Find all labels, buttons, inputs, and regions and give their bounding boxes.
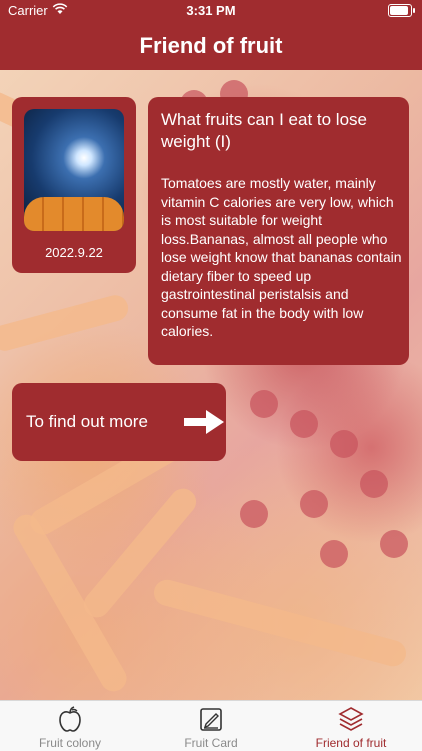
tab-label: Friend of fruit — [315, 736, 387, 750]
tab-bar: Fruit colony Fruit Card Friend of fruit — [0, 700, 422, 751]
article-date: 2022.9.22 — [45, 245, 103, 260]
article-thumbnail-image — [24, 109, 124, 231]
battery-icon — [388, 4, 415, 17]
apple-icon — [56, 705, 84, 733]
tab-fruit-card[interactable]: Fruit Card — [141, 701, 281, 751]
article-thumbnail-card[interactable]: 2022.9.22 — [12, 97, 136, 273]
article-card[interactable]: What fruits can I eat to lose weight (I)… — [148, 97, 409, 365]
article-body: Tomatoes are mostly water, mainly vitami… — [161, 175, 402, 339]
tab-label: Fruit colony — [38, 736, 102, 750]
tab-fruit-colony[interactable]: Fruit colony — [0, 701, 140, 751]
tab-label: Fruit Card — [184, 736, 238, 750]
layers-icon — [337, 705, 365, 733]
find-out-more-label: To find out more — [26, 412, 148, 431]
tab-friend-of-fruit[interactable]: Friend of fruit — [281, 701, 421, 751]
status-time: 3:31 PM — [186, 3, 236, 18]
article-title: What fruits can I eat to lose weight (I) — [161, 110, 367, 151]
find-out-more-button[interactable]: To find out more — [12, 383, 226, 461]
arrow-right-icon — [182, 408, 226, 436]
edit-card-icon — [197, 705, 225, 733]
nav-title: Friend of fruit — [0, 22, 422, 70]
status-bar: Carrier 3:31 PM — [0, 0, 422, 22]
